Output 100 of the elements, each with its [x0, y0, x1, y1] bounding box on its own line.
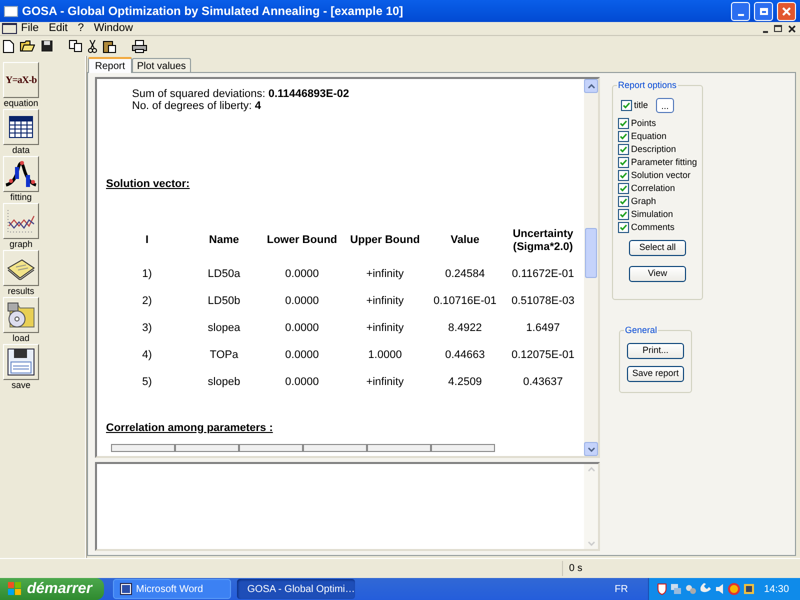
scroll-thumb[interactable] [585, 228, 597, 278]
button[interactable]: View [629, 266, 686, 282]
checkbox[interactable] [618, 196, 629, 207]
group-title: Report options [617, 79, 678, 92]
close-button[interactable] [777, 2, 796, 20]
button[interactable]: Select all [629, 240, 686, 256]
table-cell-text: 0.24584 [444, 266, 486, 282]
scroll-down-icon [588, 541, 594, 546]
table-cell-text: 0.12075E-01 [510, 348, 576, 363]
table-cell-text: 1) [141, 266, 153, 282]
menu-item[interactable]: ? [78, 20, 84, 37]
table-cell-text: 0.0000 [284, 320, 320, 336]
checkbox[interactable] [618, 118, 629, 129]
button-label: results [8, 286, 34, 296]
minimize-button[interactable] [731, 2, 750, 20]
mdi-close-icon[interactable] [788, 24, 796, 32]
checkbox-label: Solution vector [631, 168, 691, 182]
speaker-icon[interactable] [715, 583, 725, 595]
table-cell-text: 4) [141, 348, 153, 363]
clock: 14:30 [764, 582, 790, 596]
ring-icon[interactable] [728, 583, 740, 595]
chevron-down-icon [588, 446, 594, 452]
checkbox[interactable] [618, 157, 629, 168]
checkbox[interactable] [618, 170, 629, 181]
results-button[interactable] [3, 250, 39, 286]
app-icon [4, 6, 18, 16]
table-cell-text: TOPa [208, 348, 240, 363]
table-cell-text: 8.4922 [447, 320, 483, 336]
language-indicator[interactable]: FR [614, 582, 628, 596]
folder-disc-icon [6, 301, 36, 329]
checkbox[interactable] [618, 222, 629, 233]
checkbox-label: Description [631, 142, 676, 156]
mdi-restore-icon[interactable] [774, 24, 782, 32]
table-cell-text: 1.6497 [525, 320, 561, 336]
summary-line: No. of degrees of liberty: 4 [132, 100, 262, 112]
tray-tool-icon[interactable] [743, 583, 755, 595]
data-button[interactable] [3, 109, 39, 145]
checkbox[interactable] [618, 183, 629, 194]
taskbar-button[interactable]: Microsoft Word [113, 579, 231, 599]
menu-item[interactable]: Window [94, 20, 133, 37]
table-cell-text: 0.0000 [284, 348, 320, 363]
checkbox[interactable] [618, 131, 629, 142]
ellipsis-button[interactable]: ... [656, 98, 674, 113]
comments-pane[interactable] [95, 462, 600, 551]
window-title: GOSA - Global Optimization by Simulated Annealing - [example 10] [22, 3, 404, 20]
scrollbar[interactable] [584, 79, 598, 456]
checkbox-label: Points [631, 116, 656, 130]
column-header: Value [450, 234, 480, 247]
mdi-minimize-icon[interactable] [763, 30, 768, 32]
checkbox-label: Simulation [631, 208, 674, 221]
column-header: I [144, 234, 150, 247]
graph-button[interactable] [3, 203, 39, 239]
checkbox-label: Equation [631, 130, 667, 143]
checkbox[interactable] [621, 100, 632, 111]
save-button[interactable] [3, 344, 39, 380]
checkbox[interactable] [618, 144, 629, 155]
close-icon [781, 6, 792, 16]
checkbox-label: Graph [631, 194, 656, 208]
table-cell-text: 4.2509 [447, 374, 483, 390]
elapsed-time: 0 s [562, 561, 682, 576]
fitting-button[interactable] [3, 156, 39, 192]
tab[interactable]: Report [88, 57, 132, 73]
equation-button[interactable]: Y=aX-b [3, 62, 39, 98]
copy-icon[interactable] [69, 40, 82, 52]
table-cell-text: 0.11672E-01 [510, 266, 576, 282]
new-file-icon[interactable] [3, 40, 14, 52]
button-label: equation [4, 98, 38, 108]
start-button[interactable]: démarrer [0, 578, 104, 600]
table-cell-text: slopea [206, 320, 242, 336]
table-cell-text: 0.43637 [522, 374, 564, 390]
table-cell-text: 0.0000 [284, 266, 320, 282]
button[interactable]: Print... [627, 343, 684, 359]
taskbar-button[interactable]: GOSA - Global Optimi… [237, 579, 355, 599]
cut-icon[interactable] [88, 40, 97, 52]
menu-item[interactable]: File [21, 20, 39, 37]
button-label: data [12, 145, 30, 155]
table-cell-text: 0.0000 [284, 294, 320, 309]
scroll-up-button[interactable] [584, 79, 598, 93]
checkbox-label: Correlation [631, 182, 676, 195]
table-cell-text: +infinity [365, 294, 405, 309]
scroll-up-icon [588, 467, 594, 472]
checkbox-label: Comments [631, 220, 675, 234]
phone-icon[interactable] [700, 583, 712, 595]
curve-fit-icon [5, 159, 37, 189]
restore-button[interactable] [754, 2, 773, 20]
shield-icon[interactable] [657, 583, 667, 595]
menu-item[interactable]: Edit [48, 20, 68, 37]
scroll-down-button[interactable] [584, 442, 598, 456]
table-cell-text: 0.0000 [284, 374, 320, 390]
column-header: Uncertainty (Sigma*2.0) [512, 228, 574, 254]
printer-icon[interactable] [132, 40, 147, 52]
checkbox[interactable] [618, 209, 629, 220]
button[interactable]: Save report [627, 366, 684, 382]
open-folder-icon[interactable] [20, 40, 35, 52]
line-chart-icon [6, 208, 36, 234]
load-button[interactable] [3, 297, 39, 333]
tab[interactable]: Plot values [132, 58, 191, 72]
tray-app-icon[interactable] [685, 583, 697, 595]
table-cell-text: 0.10716E-01 [432, 294, 498, 309]
paste-icon[interactable] [103, 40, 116, 52]
